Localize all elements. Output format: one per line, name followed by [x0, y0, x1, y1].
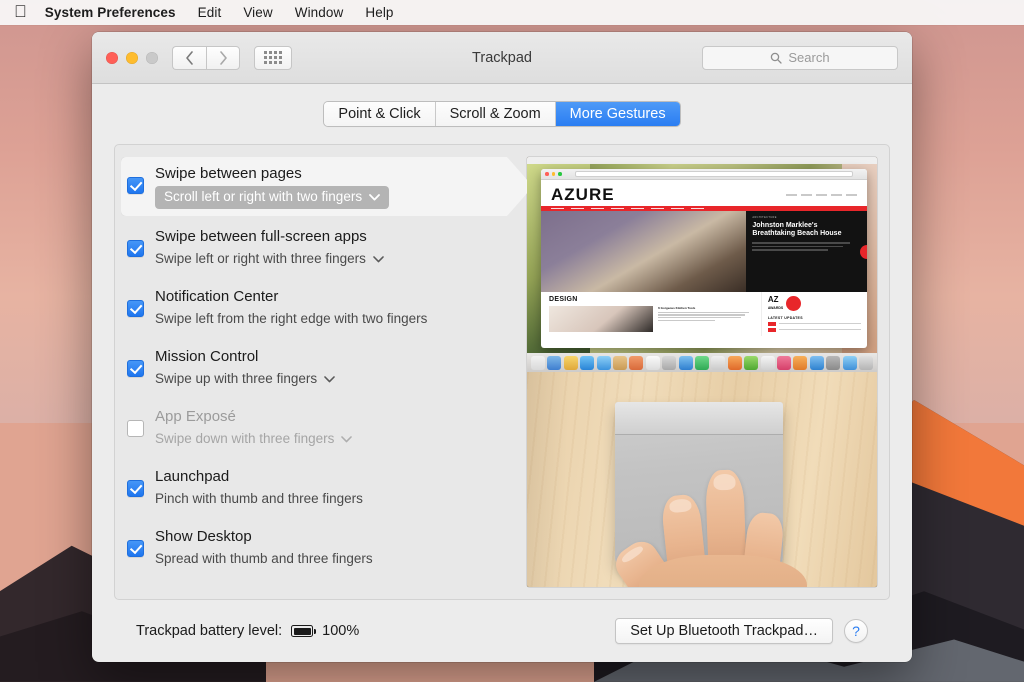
gesture-row-show-desktop[interactable]: Show Desktop Spread with thumb and three…	[115, 518, 527, 578]
gesture-list: Swipe between pages Scroll left or right…	[115, 145, 527, 599]
minimize-button[interactable]	[126, 51, 138, 64]
gestures-panel: Swipe between pages Scroll left or right…	[114, 144, 890, 600]
set-up-bluetooth-trackpad-button[interactable]: Set Up Bluetooth Trackpad…	[615, 618, 833, 644]
checkbox-show-desktop[interactable]	[127, 540, 144, 557]
gesture-subtitle-wrap: Spread with thumb and three fingers	[155, 549, 373, 569]
tab-point-and-click[interactable]: Point & Click	[324, 102, 436, 126]
gesture-row-app-expose[interactable]: App Exposé Swipe down with three fingers	[115, 398, 527, 458]
search-icon	[771, 52, 783, 64]
gesture-subtitle: Spread with thumb and three fingers	[155, 551, 373, 566]
gesture-subtitle: Pinch with thumb and three fingers	[155, 491, 363, 506]
chevron-down-icon	[341, 435, 353, 443]
chevron-down-icon	[369, 193, 380, 201]
gesture-subtitle: Swipe up with three fingers	[155, 371, 318, 386]
preview-latest-heading: LATEST UPDATES	[767, 315, 803, 320]
checkbox-notification-center[interactable]	[127, 300, 144, 317]
menu-item-system-preferences[interactable]: System Preferences	[45, 5, 176, 20]
tab-bar: Point & Click Scroll & Zoom More Gesture…	[114, 102, 890, 126]
grid-dots-icon	[264, 51, 282, 64]
help-button[interactable]: ?	[844, 619, 868, 643]
gesture-row-swipe-between-full-screen-apps[interactable]: Swipe between full-screen apps Swipe lef…	[115, 218, 527, 278]
window-body: Point & Click Scroll & Zoom More Gesture…	[92, 84, 912, 662]
gesture-subtitle-wrap: Pinch with thumb and three fingers	[155, 489, 363, 509]
checkbox-mission-control[interactable]	[127, 360, 144, 377]
show-all-button[interactable]	[254, 45, 292, 70]
tab-scroll-and-zoom[interactable]: Scroll & Zoom	[435, 102, 556, 126]
zoom-button	[146, 51, 158, 64]
battery-status: Trackpad battery level: 100%	[136, 623, 359, 639]
preview-awards-sub: AWARDS	[767, 305, 784, 310]
preview-hero-title: Johnston Marklee's Breathtaking Beach Ho…	[752, 222, 842, 237]
checkbox-swipe-between-pages[interactable]	[127, 177, 144, 194]
system-preferences-window: Trackpad Search Point & Click Scroll & Z…	[92, 32, 912, 662]
menu-item-window[interactable]: Window	[295, 5, 344, 20]
tab-more-gestures[interactable]: More Gestures	[555, 102, 680, 126]
search-placeholder: Search	[788, 50, 830, 65]
hand-illustration	[609, 449, 814, 587]
gesture-title: App Exposé	[155, 408, 236, 425]
gesture-subtitle-wrap: Swipe left from the right edge with two …	[155, 309, 427, 329]
preview-video	[527, 372, 877, 587]
gesture-subtitle: Swipe left or right with three fingers	[155, 251, 366, 266]
preview-section-heading: DESIGN	[549, 295, 578, 303]
gesture-popup-swipe-between-pages[interactable]: Scroll left or right with two fingers	[155, 186, 390, 209]
checkbox-launchpad[interactable]	[127, 480, 144, 497]
gesture-popup-swipe-between-full-screen-apps[interactable]: Swipe left or right with three fingers	[155, 249, 384, 269]
menu-item-help[interactable]: Help	[365, 5, 393, 20]
gesture-row-launchpad[interactable]: Launchpad Pinch with thumb and three fin…	[115, 458, 527, 518]
gesture-preview: AZURE ARCHITECTURE Johnston Marklee's Br…	[527, 157, 877, 587]
gesture-subtitle: Scroll left or right with two fingers	[164, 189, 363, 204]
battery-full-icon	[291, 625, 317, 637]
gesture-popup-mission-control[interactable]: Swipe up with three fingers	[155, 369, 335, 389]
gesture-popup-app-expose[interactable]: Swipe down with three fingers	[155, 429, 353, 449]
checkbox-swipe-between-full-screen-apps[interactable]	[127, 240, 144, 257]
navigation-buttons	[172, 45, 240, 70]
back-button[interactable]	[172, 45, 206, 70]
window-title-bar: Trackpad Search	[92, 32, 912, 84]
preview-article-title: 6 Gorgeous Kitchen Tools	[658, 305, 696, 310]
checkbox-app-expose[interactable]	[127, 420, 144, 437]
menu-item-edit[interactable]: Edit	[198, 5, 222, 20]
menu-bar:  System Preferences Edit View Window He…	[0, 0, 1024, 25]
gesture-row-mission-control[interactable]: Mission Control Swipe up with three fing…	[115, 338, 527, 398]
preview-hero-kicker: ARCHITECTURE	[752, 216, 777, 219]
gesture-row-notification-center[interactable]: Notification Center Swipe left from the …	[115, 278, 527, 338]
gesture-title: Notification Center	[155, 288, 279, 305]
gesture-subtitle: Swipe left from the right edge with two …	[155, 311, 428, 326]
battery-label: Trackpad battery level:	[136, 623, 283, 639]
gesture-subtitle: Swipe down with three fingers	[155, 431, 335, 446]
preview-awards-logo: AZ	[767, 294, 779, 304]
menu-item-view[interactable]: View	[243, 5, 272, 20]
chevron-down-icon	[373, 255, 384, 263]
preview-screenshot: AZURE ARCHITECTURE Johnston Marklee's Br…	[527, 157, 877, 372]
forward-button[interactable]	[206, 45, 240, 70]
chevron-down-icon	[324, 375, 335, 383]
preview-safari-window: AZURE ARCHITECTURE Johnston Marklee's Br…	[541, 169, 867, 348]
traffic-lights	[106, 51, 158, 64]
gesture-title: Show Desktop	[155, 528, 252, 545]
close-button[interactable]	[106, 51, 118, 64]
gesture-row-swipe-between-pages[interactable]: Swipe between pages Scroll left or right…	[115, 155, 527, 218]
window-bottom-bar: Trackpad battery level: 100% Set Up Blue…	[114, 600, 890, 662]
preview-dock	[527, 353, 877, 372]
apple-logo-icon[interactable]: 	[14, 3, 27, 20]
gesture-title: Swipe between full-screen apps	[155, 228, 367, 245]
gesture-title: Mission Control	[155, 348, 259, 365]
preview-site-logo: AZURE	[551, 185, 615, 204]
preview-mini-menubar	[527, 157, 877, 164]
gesture-title: Swipe between pages	[155, 165, 302, 182]
gesture-title: Launchpad	[155, 468, 230, 485]
battery-value: 100%	[322, 623, 360, 639]
search-input[interactable]: Search	[702, 45, 898, 70]
